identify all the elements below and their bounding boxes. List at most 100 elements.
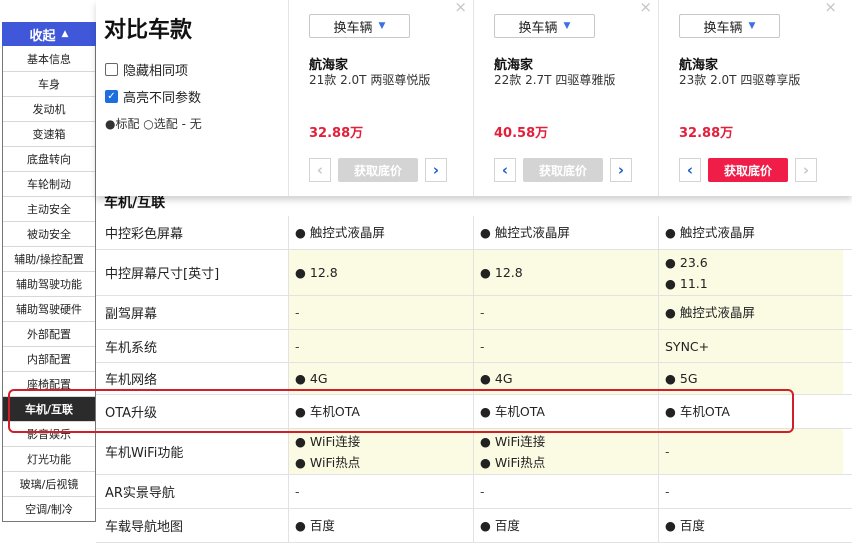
value-cell: -: [288, 475, 473, 508]
value-cell: ● WiFi连接 ● WiFi热点: [288, 429, 473, 474]
hide-same-option[interactable]: 隐藏相同项: [105, 60, 188, 79]
hide-same-label: 隐藏相同项: [123, 64, 189, 79]
cell-value: SYNC+: [665, 338, 710, 354]
get-price-button[interactable]: 获取底价: [523, 158, 603, 182]
value-cell: ● 5G: [658, 363, 843, 394]
chevron-down-icon: ▼: [378, 21, 386, 31]
highlight-diff-option[interactable]: ✓ 高亮不同参数: [105, 87, 201, 106]
move-left-icon[interactable]: ‹: [309, 158, 331, 182]
move-right-icon[interactable]: ›: [610, 158, 632, 182]
cell-value: ● 11.1: [665, 275, 708, 291]
cell-value: ● WiFi热点: [480, 454, 546, 470]
cell-value: ● WiFi热点: [295, 454, 361, 470]
sidebar-item[interactable]: 被动安全: [3, 221, 95, 246]
get-price-button[interactable]: 获取底价: [708, 158, 788, 182]
caret-up-icon: ▲: [61, 29, 69, 39]
sidebar-item[interactable]: 辅助驾驶硬件: [3, 296, 95, 321]
swap-vehicle-label: 换车辆: [703, 20, 743, 36]
sidebar-item[interactable]: 车机/互联: [3, 396, 95, 421]
car-trim: 23款 2.0T 四驱尊享版: [679, 73, 801, 87]
sidebar-item[interactable]: 外部配置: [3, 321, 95, 346]
value-cell: ● 车机OTA: [473, 395, 658, 428]
sidebar-item[interactable]: 底盘转向: [3, 146, 95, 171]
cell-value: ● 百度: [480, 518, 520, 533]
close-icon[interactable]: ×: [639, 0, 652, 16]
table-row: 车载导航地图 ● 百度 ● 百度 ● 百度: [96, 509, 852, 543]
cell-value: ● WiFi连接: [480, 433, 546, 449]
move-right-icon[interactable]: ›: [795, 158, 817, 182]
sidebar-item[interactable]: 空调/制冷: [3, 496, 95, 521]
table-row: 中控屏幕尺寸[英寸] ● 12.8 ● 12.8 ● 23.6 ● 11.1: [96, 250, 852, 296]
value-cell: ● WiFi连接 ● WiFi热点: [473, 429, 658, 474]
car-trim: 21款 2.0T 两驱尊悦版: [309, 73, 431, 87]
cell-value: -: [665, 444, 670, 459]
row-label: 中控屏幕尺寸[英寸]: [105, 267, 220, 282]
row-label: 车机网络: [105, 373, 158, 388]
sidebar-item[interactable]: 车轮制动: [3, 171, 95, 196]
get-price-button[interactable]: 获取底价: [338, 158, 418, 182]
cell-value: -: [295, 338, 300, 354]
cell-value: ● 触控式液晶屏: [480, 225, 570, 240]
price-actions: ‹ 获取底价 ›: [494, 158, 632, 182]
row-label: 车机WiFi功能: [105, 446, 184, 461]
sidebar-item[interactable]: 座椅配置: [3, 371, 95, 396]
cell-value: -: [480, 305, 485, 320]
move-left-icon[interactable]: ‹: [679, 158, 701, 182]
move-right-icon[interactable]: ›: [425, 158, 447, 182]
cell-value: -: [295, 305, 300, 320]
car-column: 换车辆 ▼ × 航海家 21款 2.0T 两驱尊悦版 32.88万 ‹ 获取底价 ›: [288, 0, 473, 196]
cell-value: -: [295, 484, 300, 499]
value-cell: ● 触控式液晶屏: [288, 216, 473, 249]
car-price: 32.88万: [679, 126, 734, 141]
sidebar-item[interactable]: 主动安全: [3, 196, 95, 221]
swap-vehicle-label: 换车辆: [333, 20, 373, 36]
value-cell: ● 百度: [288, 509, 473, 542]
sidebar-item[interactable]: 内部配置: [3, 346, 95, 371]
sidebar-item[interactable]: 影音娱乐: [3, 421, 95, 446]
cell-value: ● 车机OTA: [480, 404, 545, 419]
category-sidebar: 收起 ▲ 基本信息 车身 发动机 变速箱 底盘转向 车轮制动 主动安全 被动安全 辅助/操控配置…: [2, 22, 96, 522]
swap-vehicle-button[interactable]: 换车辆 ▼: [309, 14, 410, 38]
sidebar-item[interactable]: 发动机: [3, 96, 95, 121]
cell-value: ● 触控式液晶屏: [665, 305, 755, 320]
collapse-label: 收起: [29, 28, 56, 44]
cell-value: -: [480, 484, 485, 499]
cell-value: ● 百度: [665, 518, 705, 533]
move-left-icon[interactable]: ‹: [494, 158, 516, 182]
table-row: 车机WiFi功能 ● WiFi连接 ● WiFi热点 ● WiFi连接 ● WiFi热点…: [96, 429, 852, 475]
highlight-diff-checkbox[interactable]: ✓: [105, 90, 118, 103]
value-cell: ● 23.6 ● 11.1: [658, 250, 843, 295]
chevron-down-icon: ▼: [563, 21, 571, 31]
value-cell: ● 触控式液晶屏: [658, 296, 843, 329]
swap-vehicle-button[interactable]: 换车辆 ▼: [679, 14, 780, 38]
cell-value: ● 触控式液晶屏: [665, 225, 755, 240]
car-price: 32.88万: [309, 126, 364, 141]
page-title: 对比车款: [104, 18, 193, 43]
value-cell: -: [658, 475, 843, 508]
sidebar-item[interactable]: 变速箱: [3, 121, 95, 146]
swap-vehicle-button[interactable]: 换车辆 ▼: [494, 14, 595, 38]
sidebar-item[interactable]: 基本信息: [3, 46, 95, 71]
value-cell: ● 12.8: [288, 250, 473, 295]
collapse-button[interactable]: 收起 ▲: [2, 22, 96, 46]
sidebar-item[interactable]: 灯光功能: [3, 446, 95, 471]
sidebar-item[interactable]: 辅助驾驶功能: [3, 271, 95, 296]
value-cell: -: [288, 330, 473, 362]
close-icon[interactable]: ×: [824, 0, 837, 16]
sidebar-item[interactable]: 车身: [3, 71, 95, 96]
swap-vehicle-label: 换车辆: [518, 20, 558, 36]
value-cell: ● 4G: [288, 363, 473, 394]
compare-header: 对比车款 隐藏相同项 ✓ 高亮不同参数 ●标配 ○选配 - 无 换车辆 ▼ × 航海家…: [96, 0, 852, 196]
cell-value: ● 23.6: [665, 254, 708, 270]
cell-value: ● 5G: [665, 371, 698, 386]
sidebar-item[interactable]: 玻璃/后视镜: [3, 471, 95, 496]
value-cell: -: [658, 429, 843, 474]
value-cell: ● 百度: [658, 509, 843, 542]
sidebar-item[interactable]: 辅助/操控配置: [3, 246, 95, 271]
close-icon[interactable]: ×: [454, 0, 467, 16]
row-label: 副驾屏幕: [105, 307, 158, 322]
value-cell: ● 触控式液晶屏: [473, 216, 658, 249]
hide-same-checkbox[interactable]: [105, 63, 118, 76]
value-cell: ● 4G: [473, 363, 658, 394]
table-row: 副驾屏幕 - - ● 触控式液晶屏: [96, 296, 852, 330]
